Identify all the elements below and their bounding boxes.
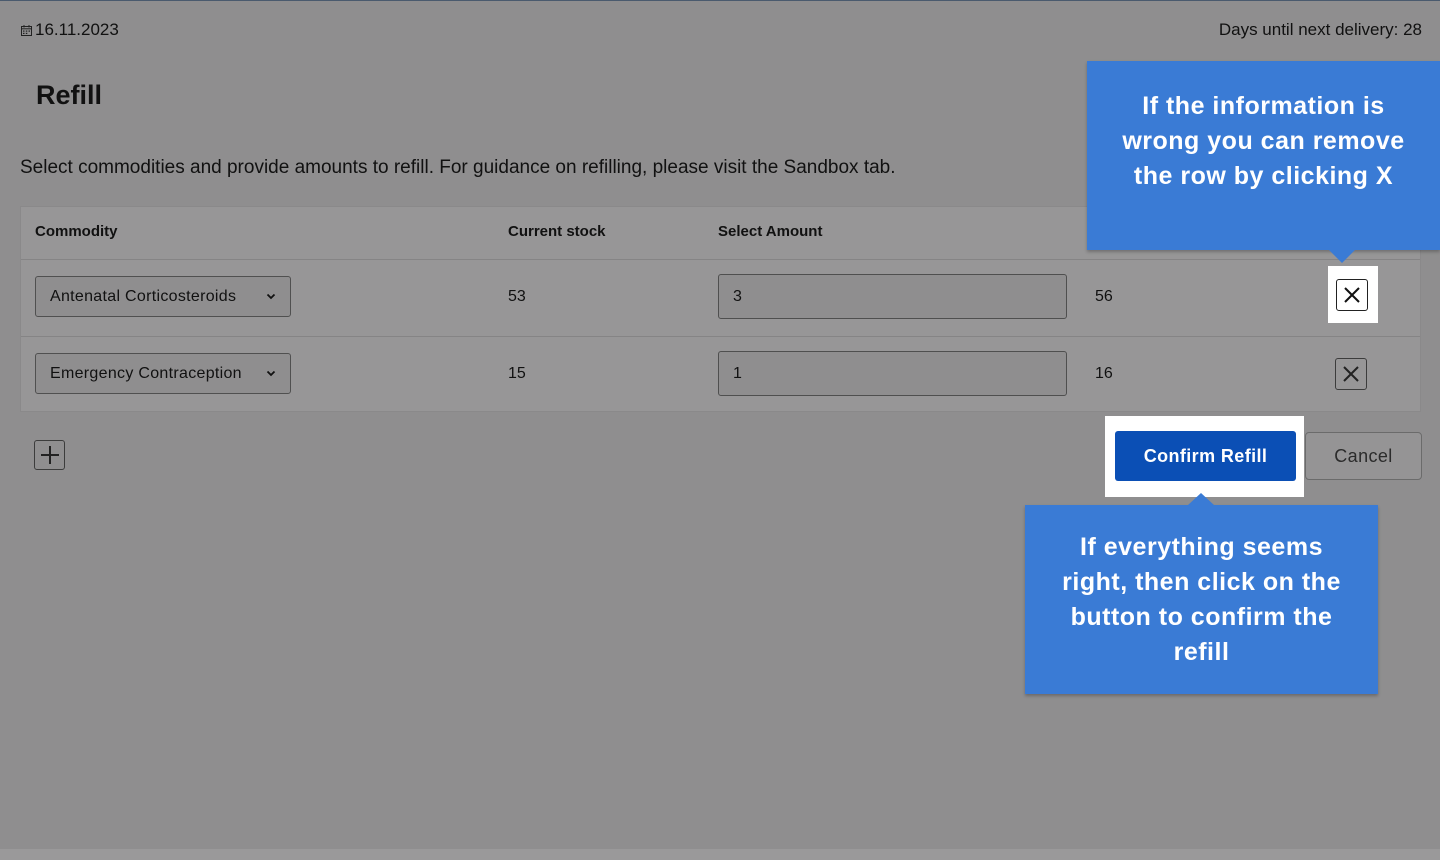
current-date: 16.11.2023 — [21, 20, 119, 40]
window-top-border — [0, 0, 1440, 1]
chevron-down-icon — [266, 370, 276, 377]
amount-input[interactable] — [718, 351, 1067, 396]
remove-row-tooltip: If the information is wrong you can remo… — [1087, 61, 1440, 263]
current-stock-value: 53 — [508, 288, 526, 305]
page-description: Select commodities and provide amounts t… — [20, 157, 896, 178]
plus-icon — [40, 446, 59, 464]
days-until-delivery: Days until next delivery: 28 — [1218, 20, 1422, 39]
chevron-down-icon — [266, 293, 276, 300]
new-total-value: 16 — [1095, 365, 1113, 382]
date-text: 16.11.2023 — [35, 20, 119, 39]
commodity-select-value: Antenatal Corticosteroids — [50, 287, 237, 305]
page-title: Refill — [36, 80, 103, 110]
confirm-highlight: Confirm Refill — [1105, 416, 1304, 497]
amount-input[interactable] — [718, 274, 1067, 319]
column-header-current-stock: Current stock — [508, 223, 606, 240]
commodity-select[interactable]: Emergency Contraception — [35, 353, 291, 394]
close-icon — [1343, 366, 1359, 382]
table-row: Antenatal Corticosteroids 53 56 — [21, 259, 1420, 337]
current-stock-value: 15 — [508, 365, 526, 382]
remove-row-button[interactable] — [1335, 358, 1367, 390]
close-icon — [1344, 287, 1360, 303]
commodity-select[interactable]: Antenatal Corticosteroids — [35, 276, 291, 317]
table-row: Emergency Contraception 15 16 — [21, 336, 1420, 413]
confirm-refill-button[interactable]: Confirm Refill — [1115, 431, 1296, 481]
bottom-strip — [0, 849, 1440, 860]
cancel-button[interactable]: Cancel — [1305, 432, 1422, 480]
column-header-select-amount: Select Amount — [718, 223, 823, 240]
confirm-tooltip-text: If everything seems right, then click on… — [1062, 532, 1341, 666]
commodity-select-value: Emergency Contraception — [50, 364, 242, 382]
remove-row-highlight — [1328, 266, 1378, 323]
new-total-value: 56 — [1095, 288, 1113, 305]
column-header-commodity: Commodity — [35, 223, 118, 240]
add-row-button[interactable] — [34, 440, 65, 470]
calendar-icon — [21, 24, 32, 36]
confirm-tooltip: If everything seems right, then click on… — [1025, 493, 1378, 694]
remove-row-tooltip-text: If the information is wrong you can remo… — [1122, 92, 1405, 190]
remove-row-button[interactable] — [1336, 279, 1368, 311]
